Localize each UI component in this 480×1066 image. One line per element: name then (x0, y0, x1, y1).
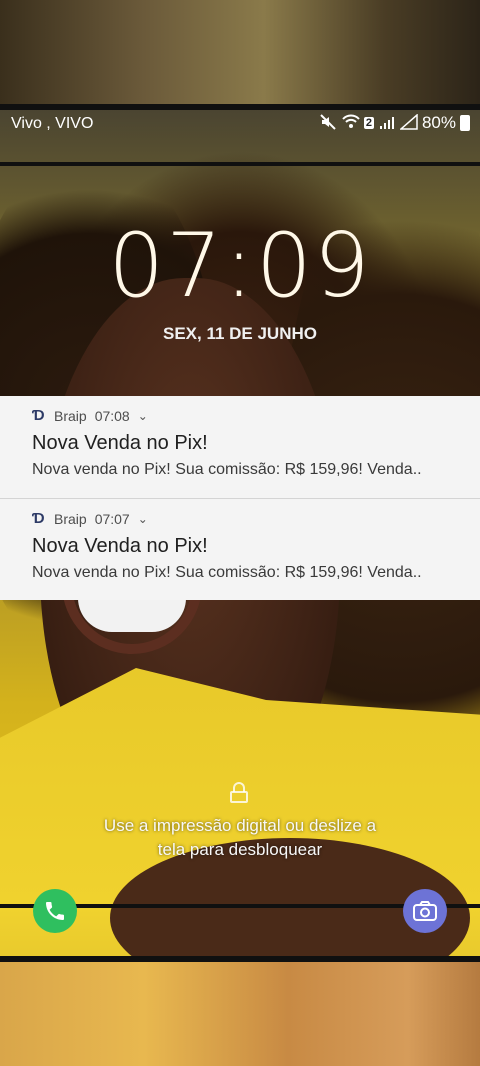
notification-title: Nova Venda no Pix! (32, 535, 208, 557)
notification-body: Nova venda no Pix! Sua comissão: R$ 159,… (32, 564, 422, 581)
unlock-hint-line1: Use a impressão digital ou deslize a (103, 816, 377, 835)
status-icons: 2 80% (320, 113, 470, 133)
notification-header: Ɗ Braip 07:07 ⌄ (32, 511, 448, 527)
unlock-hint: Use a impressão digital ou deslize a tel… (60, 814, 420, 862)
notification-header: Ɗ Braip 07:08 ⌄ (32, 408, 448, 424)
lockscreen-date: SEX, 11 DE JUNHO (162, 324, 317, 343)
wallpaper-teeth (78, 598, 186, 632)
signal-empty-icon (398, 113, 418, 132)
notification-card[interactable]: Ɗ Braip 07:07 ⌄ Nova Venda no Pix! Nova … (0, 499, 480, 600)
battery-icon (460, 115, 470, 131)
camera-shortcut-button[interactable] (403, 889, 447, 933)
chevron-down-icon[interactable]: ⌄ (138, 512, 148, 526)
sim-badge: 2 (363, 117, 374, 129)
braip-app-icon: Ɗ (32, 407, 45, 424)
notification-card[interactable]: Ɗ Braip 07:08 ⌄ Nova Venda no Pix! Nova … (0, 396, 480, 498)
unlock-hint-line2: tela para desbloquear (157, 840, 323, 859)
blurred-background-bottom (0, 960, 480, 1066)
phone-icon (46, 902, 64, 920)
frame-divider (0, 162, 480, 166)
frame-divider-bottom (0, 956, 480, 962)
notification-title: Nova Venda no Pix! (32, 432, 208, 454)
battery-percent: 80% (421, 113, 456, 132)
mute-icon (320, 114, 338, 132)
notification-time: 07:07 (94, 511, 130, 527)
status-bar: Vivo , VIVO 2 80% (0, 108, 480, 140)
blurred-background-top (0, 0, 480, 108)
lock-icon (229, 782, 249, 804)
notification-time: 07:08 (94, 408, 130, 424)
notification-body: Nova venda no Pix! Sua comissão: R$ 159,… (32, 461, 422, 478)
carrier-label: Vivo , VIVO (11, 115, 94, 132)
wifi-icon (342, 114, 360, 132)
braip-app-icon: Ɗ (32, 510, 45, 527)
signal-icon (378, 114, 396, 132)
phone-shortcut-button[interactable] (33, 889, 77, 933)
notification-app-name: Braip (54, 511, 87, 527)
lockscreen-clock: 07:09 (108, 214, 372, 317)
camera-icon (413, 901, 437, 921)
chevron-down-icon[interactable]: ⌄ (138, 409, 148, 423)
notification-app-name: Braip (54, 408, 87, 424)
